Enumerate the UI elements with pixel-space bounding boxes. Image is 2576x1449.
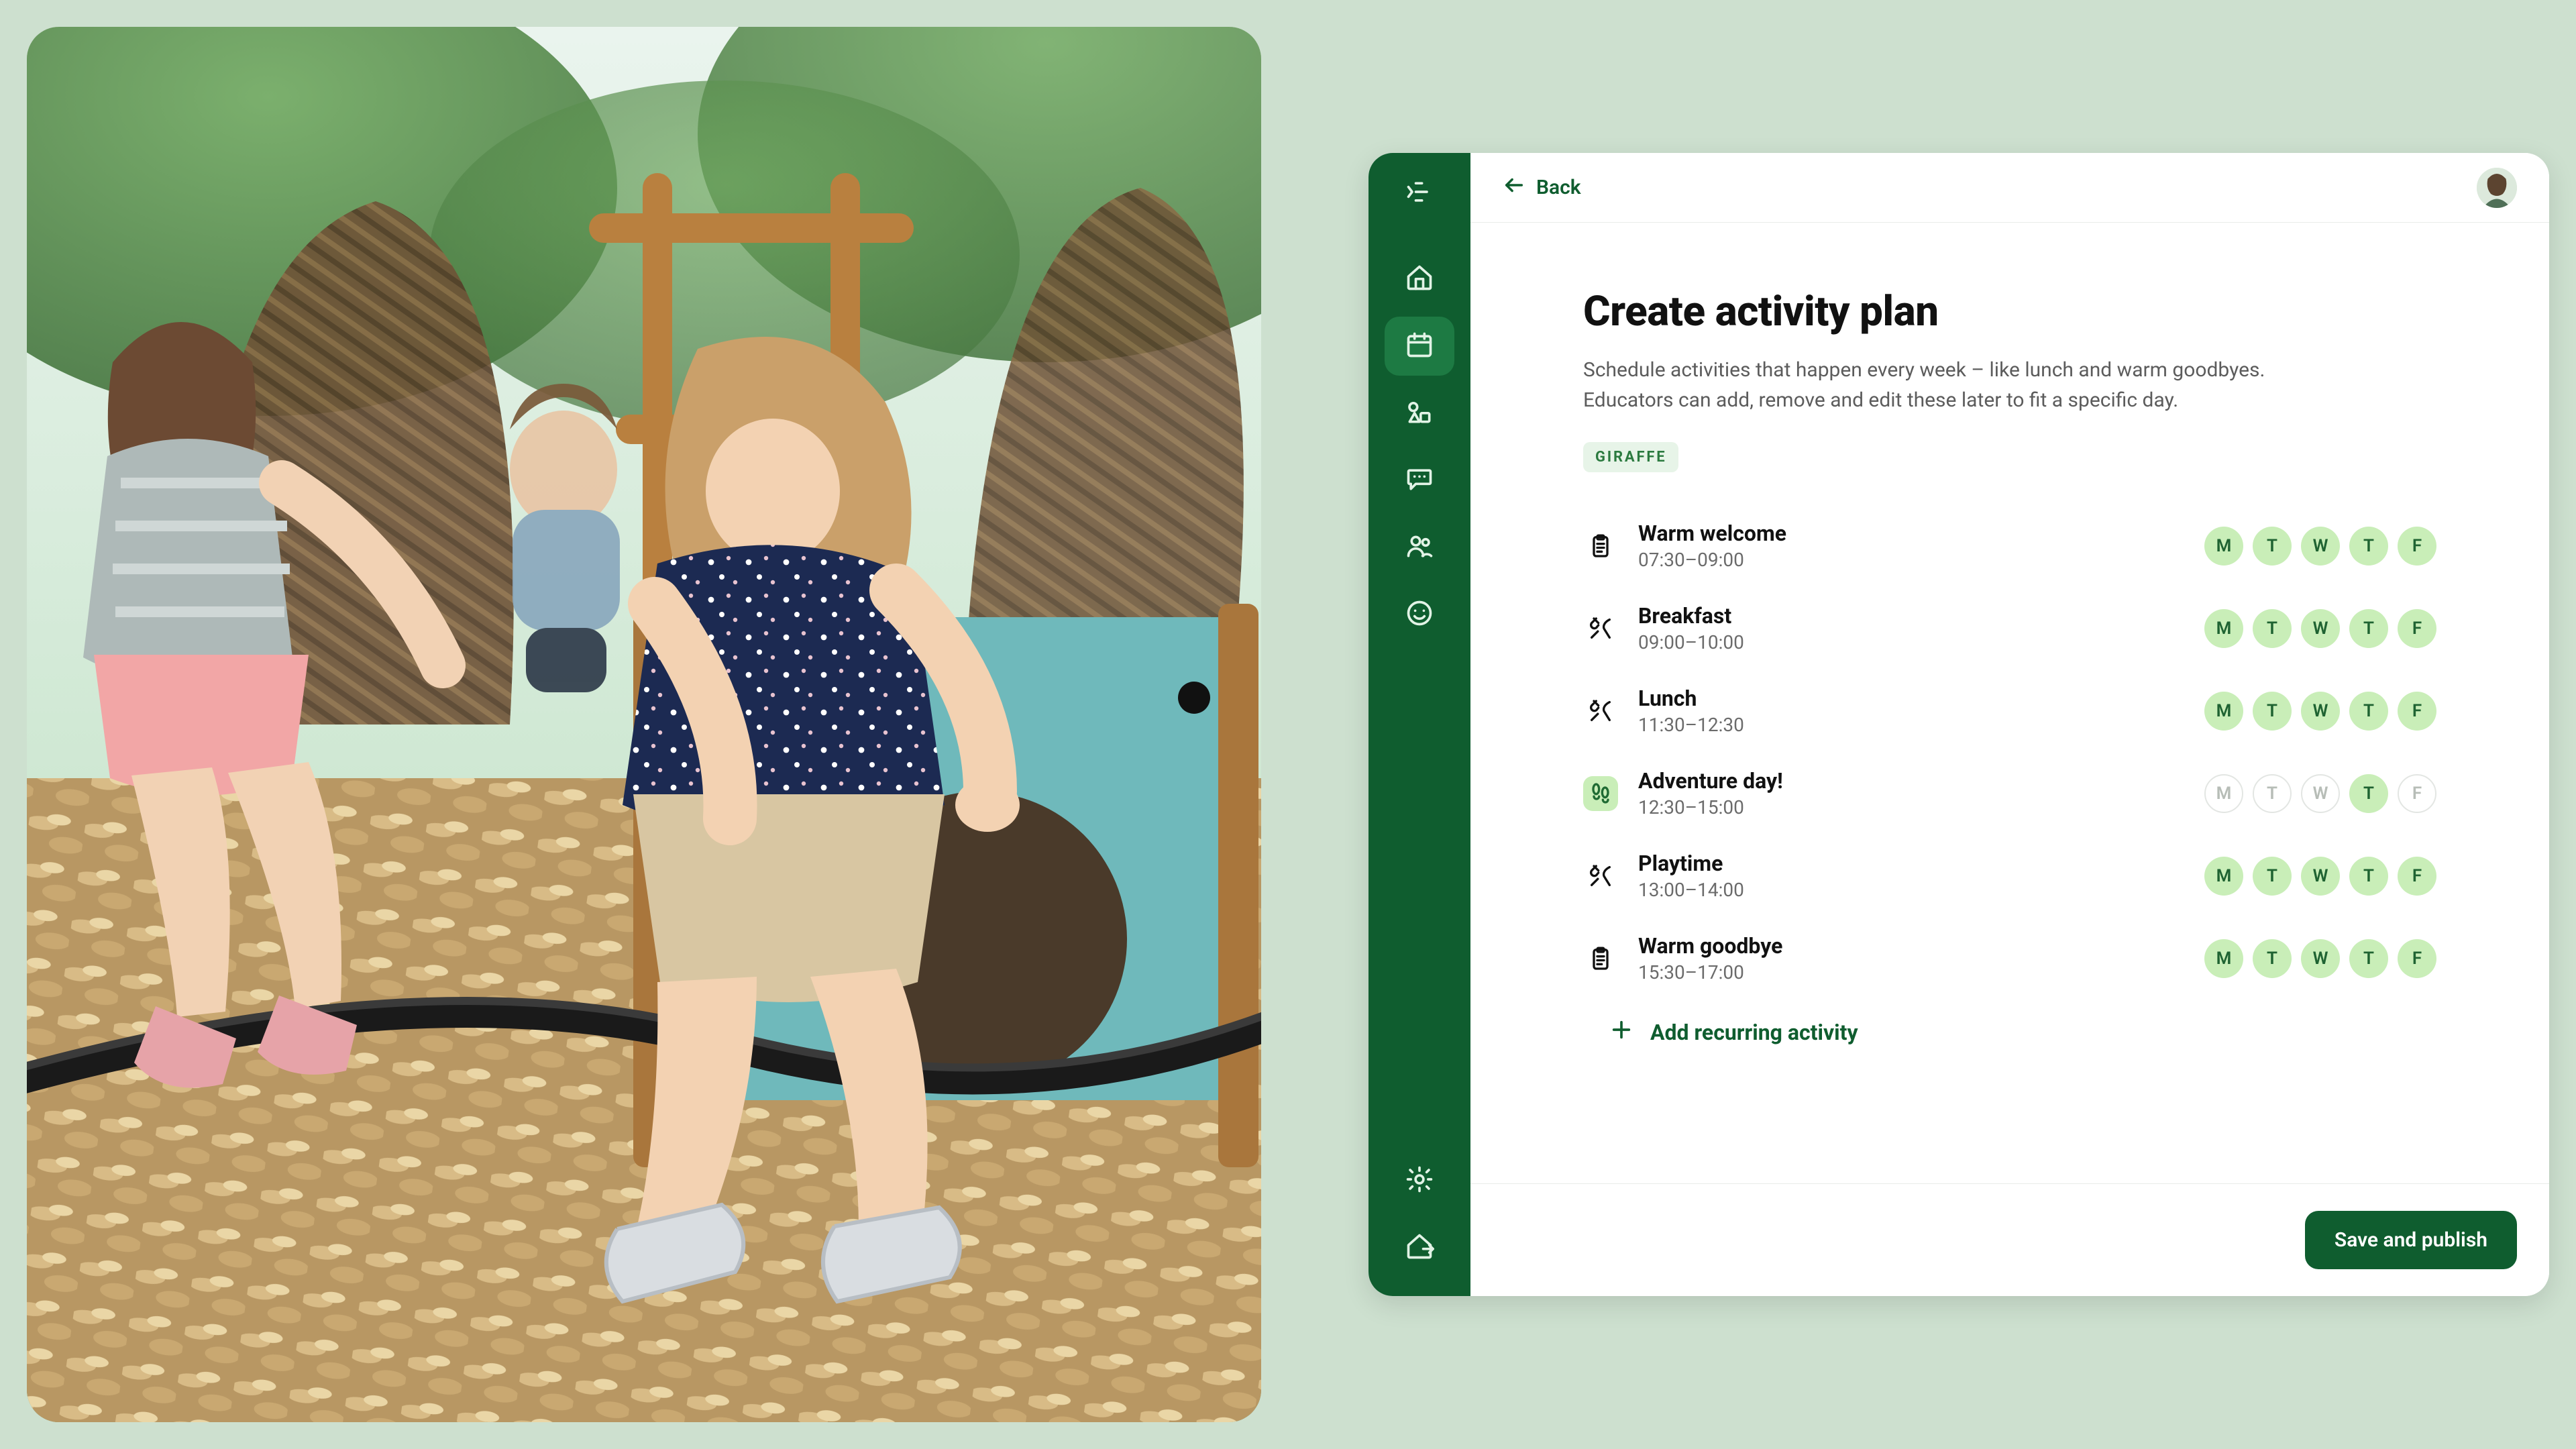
avatar[interactable] [2477,168,2517,208]
day-toggle-group: MTWTF [2204,609,2436,648]
day-toggle[interactable]: T [2253,857,2292,896]
day-toggle[interactable]: F [2398,527,2436,566]
day-toggle[interactable]: W [2301,857,2340,896]
sidebar-item-settings[interactable] [1385,1151,1454,1210]
gear-icon [1405,1165,1434,1197]
calendar-icon [1405,330,1434,362]
topbar: Back [1470,153,2549,223]
activity-title: Adventure day! [1638,768,1783,794]
back-button[interactable]: Back [1503,174,1581,202]
save-and-publish-button[interactable]: Save and publish [2305,1211,2517,1269]
utensils-icon [1583,859,1618,894]
primary-button-label: Save and publish [2334,1228,2487,1252]
page-description: Schedule activities that happen every we… [1583,355,2294,415]
sidebar-item-calendar[interactable] [1385,317,1454,376]
avatar-image [2477,168,2517,208]
day-toggle[interactable]: F [2398,609,2436,648]
day-toggle[interactable]: W [2301,774,2340,813]
utensils-icon [1583,611,1618,646]
activity-title: Breakfast [1638,603,1744,629]
day-toggle[interactable]: T [2253,692,2292,731]
day-toggle[interactable]: M [2204,527,2243,566]
day-toggle[interactable]: M [2204,692,2243,731]
home-out-icon [1405,1232,1434,1264]
day-toggle[interactable]: F [2398,939,2436,978]
day-toggle[interactable]: W [2301,609,2340,648]
activity-time: 15:30–17:00 [1638,961,1782,983]
day-toggle-group: MTWTF [2204,939,2436,978]
day-toggle-group: MTWTF [2204,527,2436,566]
activity-time: 07:30–09:00 [1638,549,1786,571]
activity-list: Warm welcome07:30–09:00MTWTFBreakfast09:… [1583,504,2436,1000]
activity-row[interactable]: Warm welcome07:30–09:00MTWTF [1583,504,2436,587]
sidebar-item-exit[interactable] [1385,1218,1454,1277]
add-recurring-activity-button[interactable]: Add recurring activity [1583,1018,2436,1046]
sidebar-item-smile[interactable] [1385,585,1454,644]
day-toggle[interactable]: T [2349,774,2388,813]
page-title: Create activity plan [1583,287,2436,336]
day-toggle-group: MTWTF [2204,857,2436,896]
activity-row[interactable]: Lunch11:30–12:30MTWTF [1583,669,2436,752]
day-toggle[interactable]: T [2349,692,2388,731]
sidebar-item-chat[interactable] [1385,451,1454,510]
day-toggle[interactable]: M [2204,857,2243,896]
day-toggle[interactable]: W [2301,692,2340,731]
day-toggle[interactable]: T [2349,609,2388,648]
sidebar [1368,153,1470,1296]
sidebar-item-shapes[interactable] [1385,384,1454,443]
activity-row[interactable]: Warm goodbye15:30–17:00MTWTF [1583,917,2436,1000]
sidebar-item-people[interactable] [1385,518,1454,577]
activity-row[interactable]: Playtime13:00–14:00MTWTF [1583,835,2436,917]
activity-title: Warm welcome [1638,521,1786,546]
activity-title: Playtime [1638,851,1744,876]
arrow-left-icon [1503,174,1525,202]
footprints-icon [1583,776,1618,811]
activity-title: Warm goodbye [1638,933,1782,959]
day-toggle-group: MTWTF [2204,692,2436,731]
footer: Save and publish [1470,1183,2549,1296]
home-icon [1405,263,1434,295]
day-toggle[interactable]: T [2349,527,2388,566]
activity-time: 11:30–12:30 [1638,714,1744,736]
back-label: Back [1536,176,1581,199]
people-icon [1405,531,1434,564]
sidebar-item-home[interactable] [1385,250,1454,309]
clipboard-icon [1583,529,1618,564]
main-panel: Back Create activity plan Schedule activ… [1470,153,2549,1296]
activity-time: 13:00–14:00 [1638,879,1744,901]
day-toggle[interactable]: T [2349,939,2388,978]
activity-row[interactable]: Adventure day!12:30–15:00MTWTF [1583,752,2436,835]
day-toggle[interactable]: M [2204,774,2243,813]
activity-time: 09:00–10:00 [1638,631,1744,653]
smile-icon [1405,598,1434,631]
group-tag: GIRAFFE [1583,442,1678,472]
activity-time: 12:30–15:00 [1638,796,1783,818]
day-toggle[interactable]: F [2398,692,2436,731]
day-toggle[interactable]: F [2398,857,2436,896]
day-toggle[interactable]: W [2301,939,2340,978]
day-toggle[interactable]: T [2253,939,2292,978]
content: Create activity plan Schedule activities… [1470,223,2549,1183]
activity-row[interactable]: Breakfast09:00–10:00MTWTF [1583,587,2436,669]
day-toggle[interactable]: T [2253,609,2292,648]
activity-title: Lunch [1638,686,1744,711]
day-toggle[interactable]: M [2204,609,2243,648]
sidebar-expand-toggle[interactable] [1385,172,1454,215]
chat-icon [1405,464,1434,496]
plus-icon [1610,1018,1633,1046]
add-label: Add recurring activity [1650,1020,1858,1045]
day-toggle[interactable]: W [2301,527,2340,566]
utensils-icon [1583,694,1618,729]
day-toggle[interactable]: T [2349,857,2388,896]
day-toggle[interactable]: M [2204,939,2243,978]
hero-photo [27,27,1261,1422]
day-toggle-group: MTWTF [2204,774,2436,813]
shapes-icon [1405,397,1434,429]
clipboard-icon [1583,941,1618,976]
day-toggle[interactable]: F [2398,774,2436,813]
day-toggle[interactable]: T [2253,774,2292,813]
expand-icon [1405,177,1434,209]
day-toggle[interactable]: T [2253,527,2292,566]
app-window: Back Create activity plan Schedule activ… [1368,153,2549,1296]
